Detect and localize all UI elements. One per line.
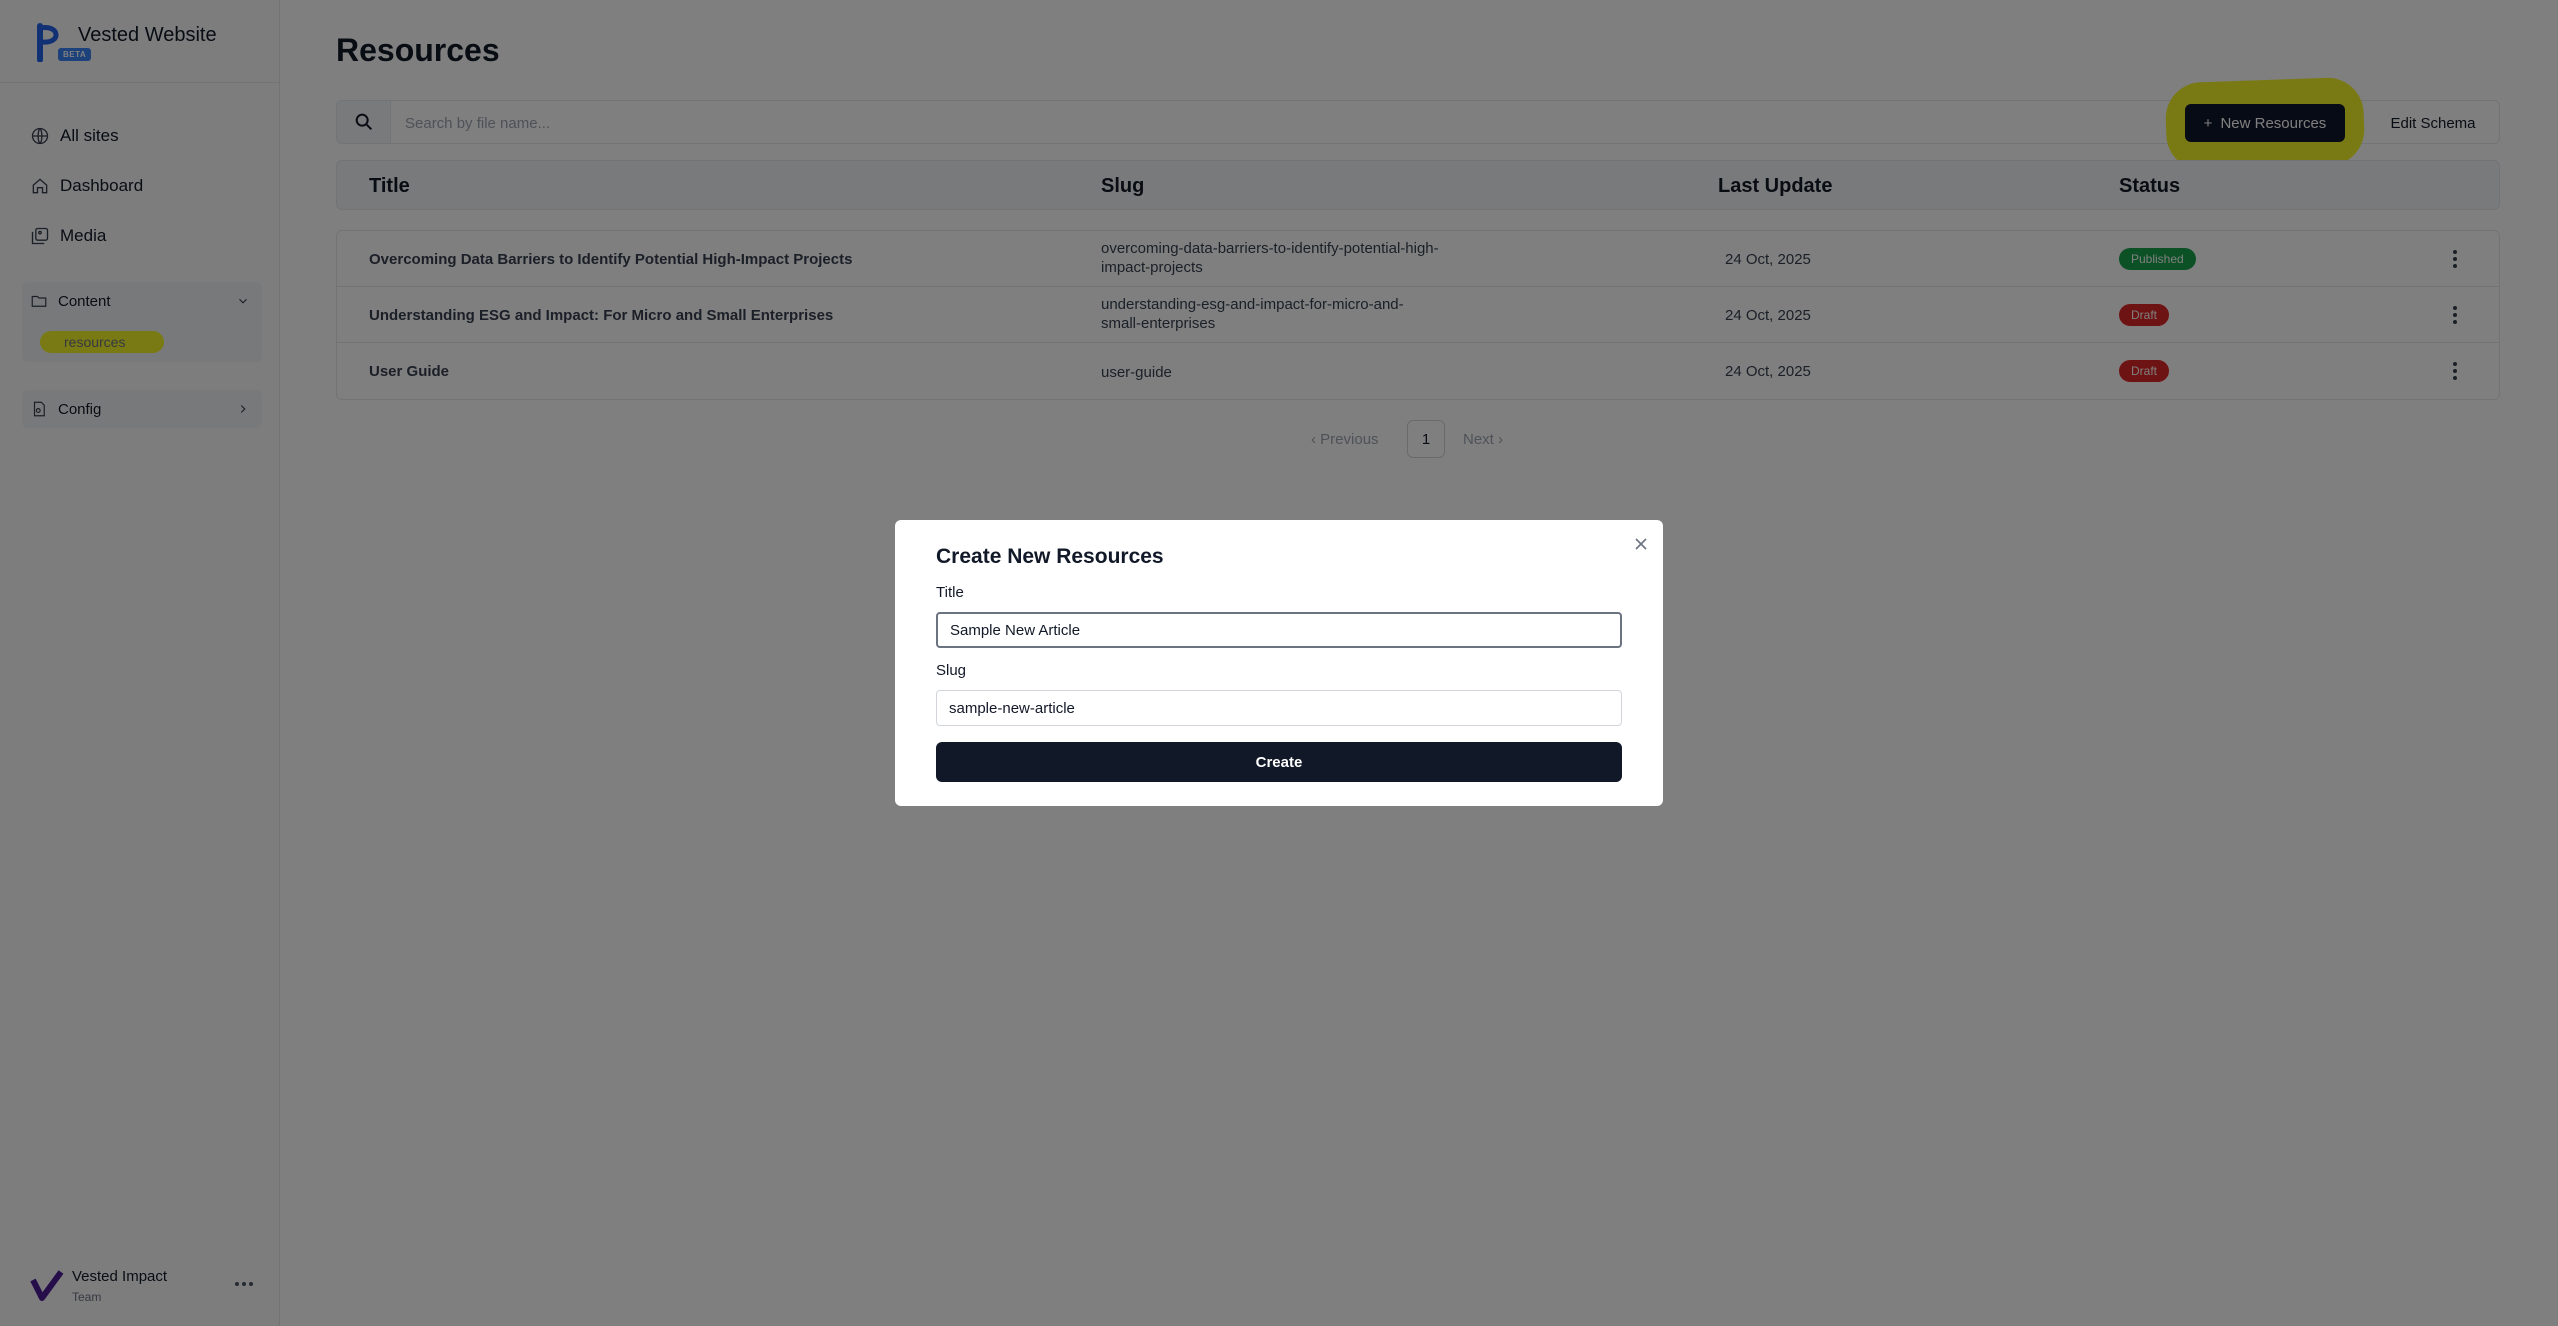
title-field[interactable] [936, 612, 1622, 648]
create-button[interactable]: Create [936, 742, 1622, 782]
slug-field[interactable] [936, 690, 1622, 726]
slug-label: Slug [936, 662, 967, 679]
create-resource-dialog: Create New Resources Title Slug Create [895, 520, 1663, 806]
title-label: Title [936, 584, 964, 601]
dialog-title: Create New Resources [936, 545, 1164, 568]
close-icon[interactable] [1633, 536, 1649, 552]
